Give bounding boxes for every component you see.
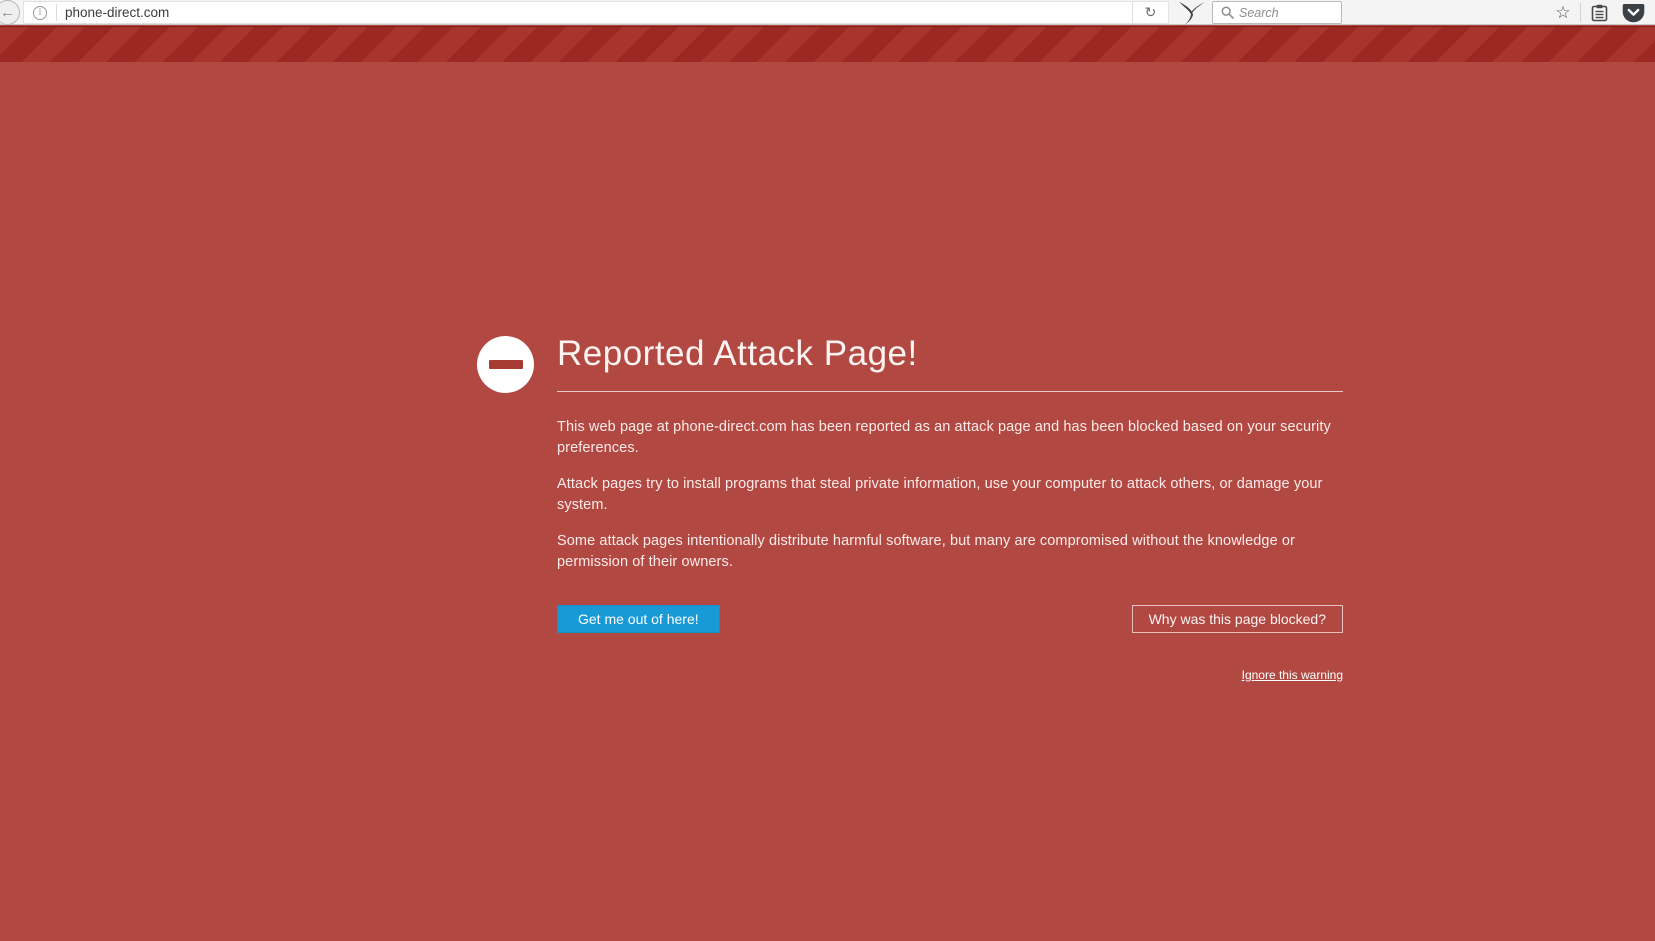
site-info-icon[interactable]: i [33, 6, 47, 20]
url-bar[interactable]: i ↻ [23, 1, 1169, 24]
warning-paragraph: Some attack pages intentionally distribu… [557, 531, 1343, 573]
reading-list-button[interactable] [1584, 0, 1614, 25]
browser-logo-button[interactable] [1175, 0, 1209, 25]
reload-button[interactable]: ↻ [1132, 2, 1168, 23]
warning-paragraph: This web page at phone-direct.com has be… [557, 417, 1343, 459]
why-blocked-button[interactable]: Why was this page blocked? [1132, 605, 1343, 633]
pocket-button[interactable] [1618, 0, 1648, 25]
title-divider [557, 391, 1343, 392]
search-box[interactable] [1212, 1, 1342, 24]
reading-list-icon [1591, 4, 1608, 22]
hazard-stripe-band [0, 26, 1655, 62]
ignore-warning-link[interactable]: Ignore this warning [1242, 668, 1343, 682]
url-input[interactable] [65, 3, 1132, 23]
warning-content: Reported Attack Page! This web page at p… [557, 328, 1343, 684]
blocked-minus-icon [477, 336, 534, 393]
ignore-warning-row: Ignore this warning [557, 666, 1343, 684]
get-me-out-button[interactable]: Get me out of here! [557, 605, 720, 633]
search-input[interactable] [1239, 4, 1400, 22]
warning-paragraph: Attack pages try to install programs tha… [557, 474, 1343, 516]
back-button[interactable]: ← [0, 0, 20, 25]
button-row: Get me out of here! Why was this page bl… [557, 605, 1343, 633]
search-icon [1221, 6, 1234, 19]
reload-icon: ↻ [1145, 4, 1157, 21]
back-arrow-icon: ← [0, 5, 15, 20]
page-title: Reported Attack Page! [557, 328, 1343, 380]
minus-bar [489, 360, 523, 369]
attack-warning-page: Reported Attack Page! This web page at p… [0, 62, 1655, 941]
bird-logo-icon [1177, 1, 1207, 25]
toolbar-divider [1580, 3, 1581, 22]
pocket-icon [1622, 3, 1645, 23]
urlbar-divider [56, 4, 57, 21]
star-icon: ☆ [1555, 3, 1570, 23]
bookmark-star-button[interactable]: ☆ [1548, 0, 1578, 25]
browser-toolbar: ← i ↻ ☆ [0, 0, 1655, 25]
